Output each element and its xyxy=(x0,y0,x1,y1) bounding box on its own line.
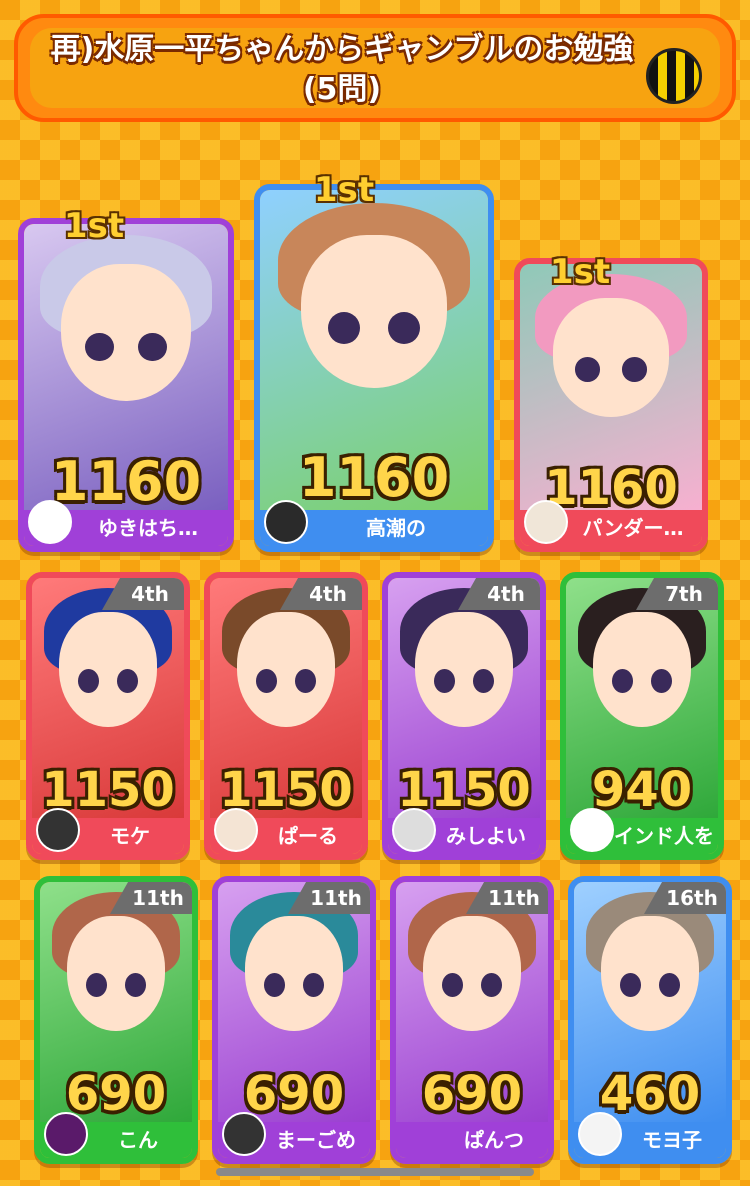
laurel-rank-badge: 1st xyxy=(63,206,125,246)
user-avatar xyxy=(578,1112,622,1156)
score-value: 1160 xyxy=(298,446,450,509)
laurel-rank-badge: 1st xyxy=(313,170,375,210)
player-card-top-1[interactable]: 1160 ゆきはち… xyxy=(18,218,234,552)
player-card[interactable]: 11th 690 ぱんつ xyxy=(390,876,554,1164)
score-value: 690 xyxy=(421,1066,523,1122)
quiz-title: 再)水原一平ちゃんからギャンブルのお勉強(5問) xyxy=(50,32,634,107)
quiz-title-banner: 再)水原一平ちゃんからギャンブルのお勉強(5問) xyxy=(14,14,736,122)
user-avatar xyxy=(264,500,308,544)
user-avatar xyxy=(392,808,436,852)
user-avatar xyxy=(44,1112,88,1156)
user-avatar xyxy=(570,808,614,852)
player-name: ぱんつ xyxy=(396,1122,548,1158)
player-card[interactable]: 11th 690 こん xyxy=(34,876,198,1164)
user-avatar xyxy=(524,500,568,544)
user-avatar xyxy=(28,500,72,544)
user-avatar xyxy=(214,808,258,852)
user-avatar xyxy=(36,808,80,852)
player-card-top-2[interactable]: 1160 高潮の xyxy=(254,184,494,552)
player-card[interactable]: 4th 1150 みしよい xyxy=(382,572,546,860)
user-avatar xyxy=(222,1112,266,1156)
player-card[interactable]: 16th 460 モヨ子 xyxy=(568,876,732,1164)
home-indicator[interactable] xyxy=(216,1168,534,1176)
player-card[interactable]: 4th 1150 モケ xyxy=(26,572,190,860)
player-card[interactable]: 11th 690 まーごめ xyxy=(212,876,376,1164)
striped-menu-icon[interactable] xyxy=(646,48,702,104)
laurel-rank-badge: 1st xyxy=(549,252,611,292)
player-card[interactable]: 7th 940 インド人を xyxy=(560,572,724,860)
player-card[interactable]: 4th 1150 ぱーる xyxy=(204,572,368,860)
